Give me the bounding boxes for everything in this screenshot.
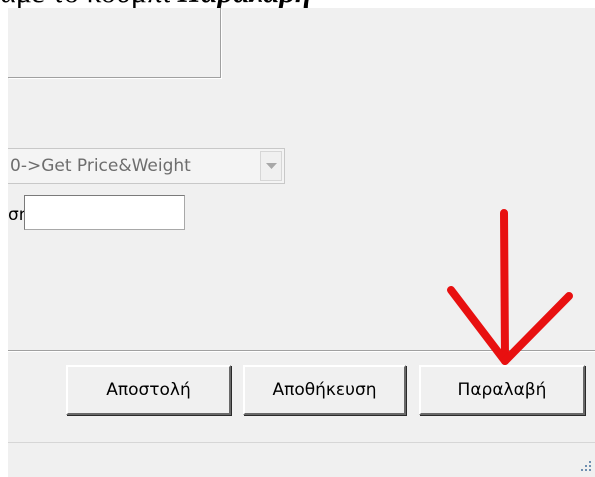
red-arrow-annotation bbox=[447, 209, 573, 365]
